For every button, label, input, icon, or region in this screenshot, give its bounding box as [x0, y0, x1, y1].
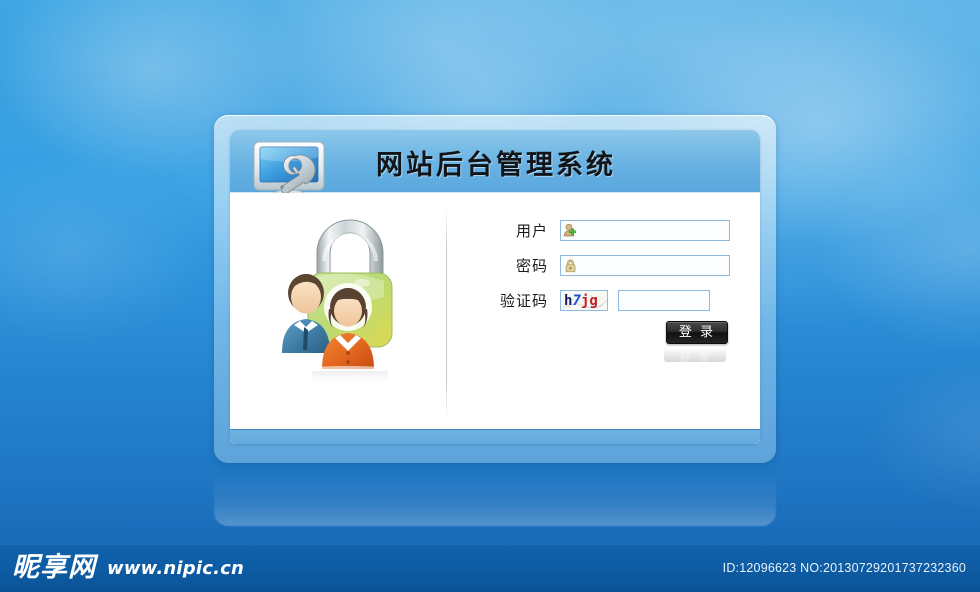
password-input[interactable] [560, 254, 730, 276]
username-row: 用户 [476, 219, 746, 241]
captcha-char: 7 [572, 292, 581, 309]
captcha-text: h7jg [564, 292, 598, 310]
captcha-input[interactable] [618, 289, 710, 311]
captcha-label: 验证码 [499, 291, 548, 310]
password-input-wrap [560, 254, 730, 276]
username-input-wrap [560, 219, 730, 241]
panel-body: 用户 密码 验证码 h7jg 登 录 登 录 [230, 193, 760, 444]
login-button-reflection: 登 录 [664, 348, 726, 362]
captcha-image[interactable]: h7jg [560, 289, 608, 311]
page-title: 网站后台管理系统 [376, 150, 616, 181]
submit-button-holder: 登 录 登 录 [664, 321, 728, 362]
footer-bar: 昵享网 www.nipic.cn ID:12096623 NO:20130729… [0, 545, 980, 592]
password-row: 密码 [476, 254, 746, 276]
username-input[interactable] [560, 219, 730, 241]
site-logo-url: www.nipic.cn [107, 557, 245, 579]
site-logo-text: 昵享网 [12, 552, 96, 583]
login-form: 用户 密码 验证码 h7jg 登 录 登 录 [476, 219, 746, 362]
password-label: 密码 [515, 256, 548, 275]
captcha-char: g [589, 292, 598, 309]
submit-row: 登 录 登 录 [476, 321, 728, 362]
login-button[interactable]: 登 录 [666, 321, 728, 344]
vertical-divider [446, 207, 447, 419]
panel-header: 网站后台管理系统 [230, 130, 760, 204]
login-panel: 网站后台管理系统 用户 密码 验证码 h7jg 登 录 登 录 [214, 115, 776, 463]
image-id-text: ID:12096623 NO:20130729201737232360 [722, 561, 966, 575]
captcha-row: 验证码 h7jg [476, 289, 746, 311]
screenshot-stage: 网站后台管理系统 用户 密码 验证码 h7jg 登 录 登 录 昵享网 www.… [0, 0, 980, 592]
username-label: 用户 [515, 221, 548, 240]
panel-bottom-strip [230, 429, 760, 444]
panel-card: 网站后台管理系统 用户 密码 验证码 h7jg 登 录 登 录 [230, 130, 760, 444]
padlock-with-users-illustration [260, 211, 440, 391]
site-logo[interactable]: 昵享网 www.nipic.cn [12, 553, 244, 583]
